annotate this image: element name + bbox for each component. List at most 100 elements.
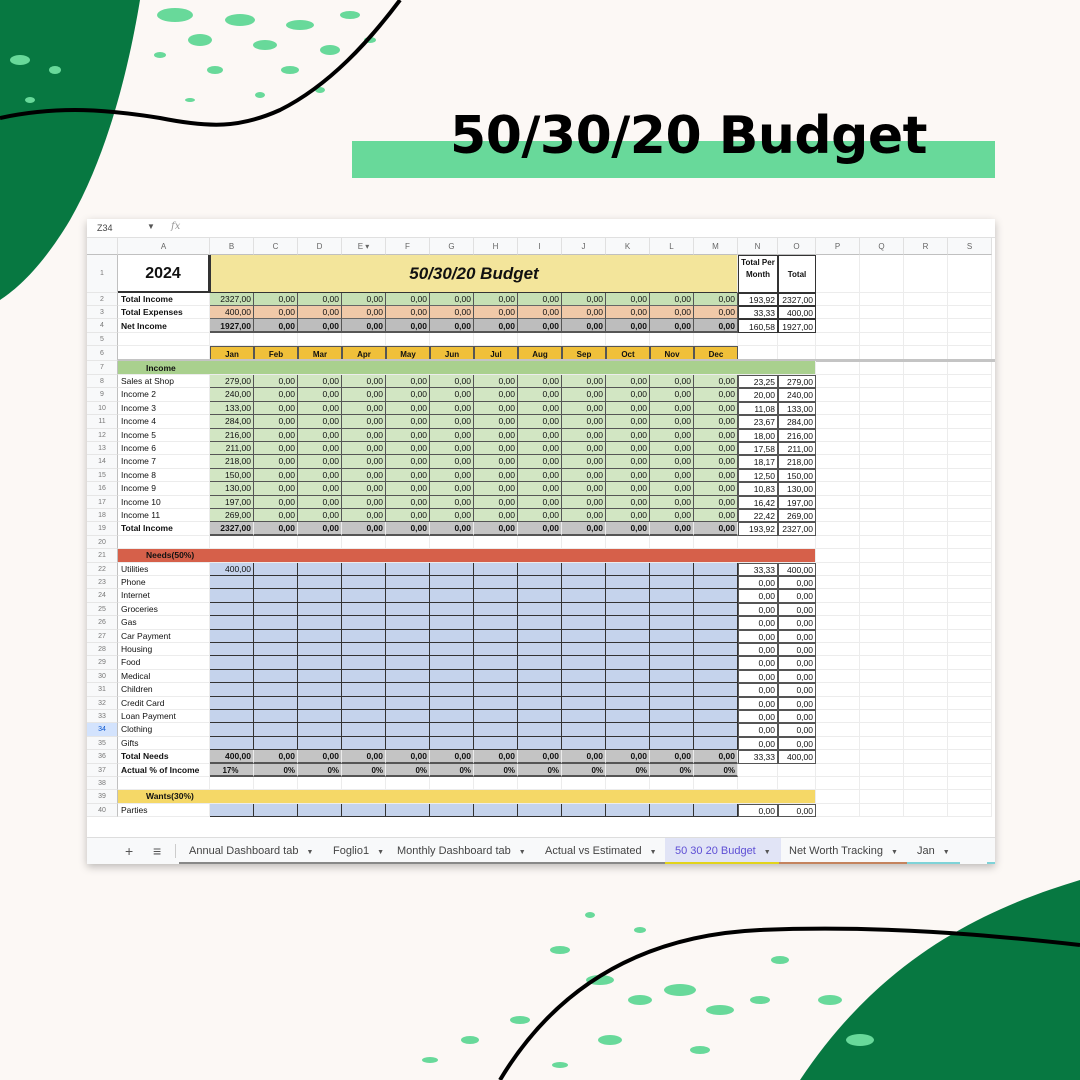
- column-header-h[interactable]: H: [474, 238, 518, 255]
- tab-dropdown-icon[interactable]: ▼: [519, 849, 526, 856]
- column-header-s[interactable]: S: [948, 238, 992, 255]
- row-header-8[interactable]: 8: [87, 375, 118, 389]
- needs-per-month[interactable]: 0,00: [738, 576, 778, 590]
- row-header-1[interactable]: 1: [87, 255, 118, 293]
- column-header-g[interactable]: G: [430, 238, 474, 255]
- needs-value[interactable]: [518, 643, 562, 657]
- actual-pct-value[interactable]: 0%: [606, 763, 650, 777]
- summary-value[interactable]: 0,00: [386, 293, 430, 306]
- total-needs-value[interactable]: 400,00: [210, 750, 254, 764]
- cell[interactable]: [904, 723, 948, 737]
- sheet-tab[interactable]: Feb▼: [987, 838, 995, 864]
- year-cell[interactable]: 2024: [118, 255, 210, 293]
- cell[interactable]: [904, 616, 948, 630]
- needs-value[interactable]: [474, 696, 518, 710]
- income-value[interactable]: 0,00: [254, 388, 298, 402]
- cell[interactable]: [816, 388, 860, 402]
- cell[interactable]: [860, 803, 904, 818]
- cell[interactable]: [210, 777, 254, 791]
- needs-value[interactable]: [562, 669, 606, 684]
- row-header-35[interactable]: 35: [87, 736, 118, 751]
- needs-value[interactable]: [254, 616, 298, 630]
- needs-value[interactable]: [430, 656, 474, 670]
- income-value[interactable]: 0,00: [386, 388, 430, 402]
- summary-value[interactable]: 0,00: [562, 319, 606, 333]
- cell[interactable]: [342, 535, 386, 550]
- column-header-a[interactable]: A: [118, 238, 210, 255]
- income-value[interactable]: 0,00: [518, 509, 562, 523]
- needs-value[interactable]: [210, 656, 254, 670]
- needs-value[interactable]: [694, 643, 738, 657]
- income-value[interactable]: 0,00: [430, 401, 474, 416]
- needs-value[interactable]: [386, 562, 430, 576]
- income-value[interactable]: 0,00: [694, 468, 738, 483]
- needs-total[interactable]: 0,00: [778, 602, 816, 617]
- needs-value[interactable]: [342, 669, 386, 684]
- total-header[interactable]: Total: [778, 255, 816, 293]
- summary-value[interactable]: 0,00: [694, 319, 738, 333]
- income-value[interactable]: 0,00: [606, 468, 650, 483]
- income-value[interactable]: 0,00: [606, 401, 650, 416]
- summary-value[interactable]: 0,00: [474, 306, 518, 319]
- cell[interactable]: [210, 333, 254, 346]
- cell[interactable]: [860, 442, 904, 456]
- cell[interactable]: [474, 777, 518, 791]
- needs-value[interactable]: [210, 669, 254, 684]
- needs-value[interactable]: [606, 723, 650, 737]
- cell[interactable]: [904, 375, 948, 389]
- cell[interactable]: [860, 455, 904, 469]
- row-header-13[interactable]: 13: [87, 442, 118, 456]
- needs-value[interactable]: [210, 589, 254, 603]
- actual-pct-value[interactable]: 0%: [518, 763, 562, 777]
- income-value[interactable]: 0,00: [386, 375, 430, 389]
- cell[interactable]: [904, 669, 948, 684]
- wants-value[interactable]: [298, 803, 342, 818]
- income-value[interactable]: 0,00: [430, 428, 474, 442]
- needs-value[interactable]: [474, 602, 518, 617]
- cell[interactable]: [474, 535, 518, 550]
- needs-value[interactable]: [342, 589, 386, 603]
- total-income-value[interactable]: 0,00: [694, 522, 738, 536]
- cell[interactable]: [816, 401, 860, 416]
- needs-value[interactable]: [210, 643, 254, 657]
- needs-total[interactable]: 0,00: [778, 629, 816, 643]
- income-value[interactable]: 0,00: [342, 401, 386, 416]
- needs-value[interactable]: [562, 656, 606, 670]
- income-per-month[interactable]: 23,25: [738, 375, 778, 389]
- cell[interactable]: [816, 629, 860, 643]
- cell[interactable]: [904, 602, 948, 617]
- summary-value[interactable]: 0,00: [606, 293, 650, 306]
- income-row-label[interactable]: Income 3: [118, 401, 210, 416]
- income-value[interactable]: 0,00: [562, 401, 606, 416]
- needs-value[interactable]: [694, 683, 738, 697]
- income-per-month[interactable]: 22,42: [738, 509, 778, 523]
- actual-pct-value[interactable]: 0%: [694, 763, 738, 777]
- income-value[interactable]: 0,00: [518, 388, 562, 402]
- needs-value[interactable]: [518, 616, 562, 630]
- total-income-value[interactable]: 0,00: [606, 522, 650, 536]
- total-income-value[interactable]: 0,00: [650, 522, 694, 536]
- cell[interactable]: [948, 415, 992, 429]
- needs-value[interactable]: [474, 576, 518, 590]
- needs-value[interactable]: [254, 723, 298, 737]
- cell[interactable]: [816, 777, 860, 791]
- income-value[interactable]: 0,00: [430, 455, 474, 469]
- needs-value[interactable]: [298, 736, 342, 751]
- needs-value[interactable]: [474, 643, 518, 657]
- income-value[interactable]: 0,00: [650, 455, 694, 469]
- needs-value[interactable]: [474, 629, 518, 643]
- needs-value[interactable]: [386, 669, 430, 684]
- needs-value[interactable]: [386, 602, 430, 617]
- cell[interactable]: [816, 293, 860, 306]
- column-header-b[interactable]: B: [210, 238, 254, 255]
- cell[interactable]: [816, 669, 860, 684]
- cell[interactable]: [904, 535, 948, 550]
- income-value[interactable]: 240,00: [210, 388, 254, 402]
- banner-title[interactable]: 50/30/20 Budget: [210, 255, 738, 293]
- cell[interactable]: [738, 535, 778, 550]
- needs-value[interactable]: [650, 562, 694, 576]
- income-value[interactable]: 0,00: [430, 375, 474, 389]
- income-value[interactable]: 0,00: [474, 375, 518, 389]
- income-value[interactable]: 0,00: [298, 509, 342, 523]
- income-value[interactable]: 0,00: [298, 401, 342, 416]
